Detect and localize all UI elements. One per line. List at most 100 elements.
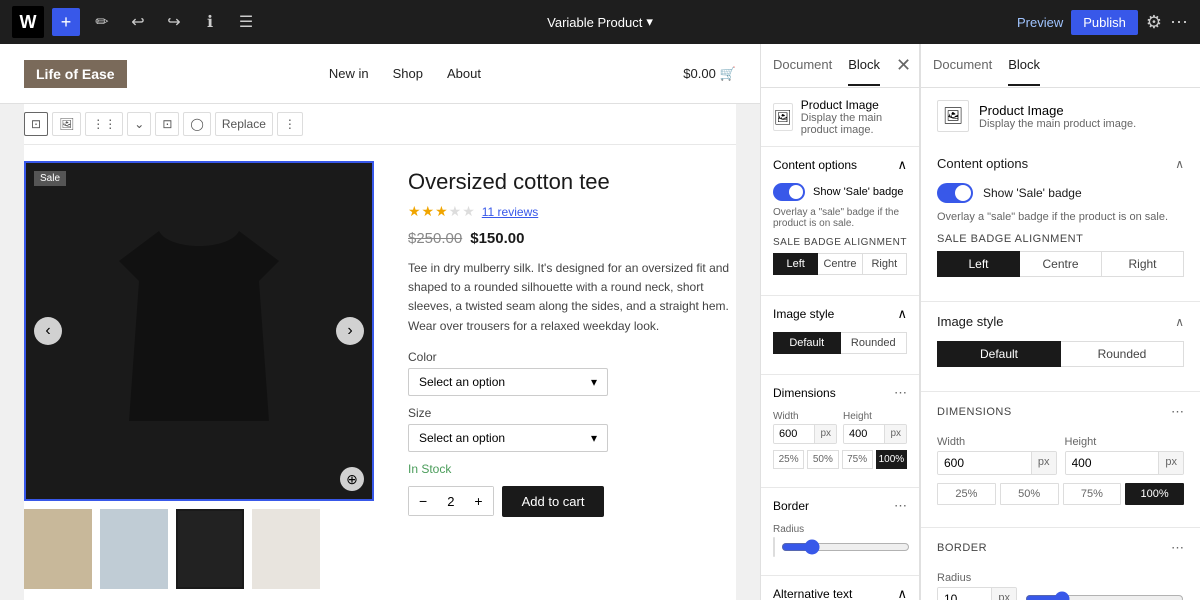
image-prev-button[interactable]: ‹ (34, 317, 62, 345)
rp-dimensions-section: Dimensions ⋯ Width px Height (921, 392, 1200, 528)
right-panel-body: 🖼 Product Image Display the main product… (921, 88, 1200, 600)
product-type-selector[interactable]: Variable Product ▾ (547, 14, 653, 30)
mp-preset-25[interactable]: 25% (773, 450, 804, 469)
mp-content-options-header[interactable]: Content options ∧ (761, 147, 919, 183)
rp-align-centre-button[interactable]: Centre (1020, 251, 1102, 277)
block-tool-more[interactable]: ⋮ (277, 112, 303, 136)
rp-tab-document[interactable]: Document (933, 45, 992, 86)
mp-dimensions-body: Width px Height px (761, 411, 919, 487)
thumbnail-1[interactable] (24, 509, 92, 589)
rp-align-right-button[interactable]: Right (1102, 251, 1184, 277)
rp-content-options-header[interactable]: Content options ∧ (921, 144, 1200, 183)
qty-value: 2 (437, 488, 464, 515)
replace-button[interactable]: Replace (215, 112, 273, 136)
rp-sale-badge-toggle[interactable] (937, 183, 973, 203)
nav-item-shop[interactable]: Shop (393, 66, 423, 81)
list-view-button[interactable]: ☰ (232, 8, 260, 36)
qty-increase-button[interactable]: + (464, 487, 492, 515)
mp-close-button[interactable]: ✕ (896, 55, 911, 76)
undo-button[interactable]: ↩ (124, 8, 152, 36)
mp-style-default-button[interactable]: Default (773, 332, 841, 354)
rp-image-style-chevron: ∧ (1175, 315, 1184, 329)
mp-image-style-header[interactable]: Image style ∧ (761, 296, 919, 332)
mp-alt-text-header[interactable]: Alternative text ∧ (761, 576, 919, 600)
rp-dimensions-dots[interactable]: ⋯ (1171, 404, 1184, 420)
redo-icon: ↪ (167, 12, 180, 32)
mp-border-dots[interactable]: ⋯ (894, 498, 907, 514)
size-select[interactable]: Select an option ▾ (408, 424, 608, 452)
rp-height-input[interactable] (1066, 452, 1159, 474)
rp-radius-input[interactable] (938, 588, 991, 600)
block-tool-circle[interactable]: ◯ (183, 112, 210, 136)
mp-sale-badge-toggle[interactable] (773, 183, 805, 201)
rp-tab-block[interactable]: Block (1008, 45, 1040, 86)
mp-preset-100[interactable]: 100% (876, 450, 907, 469)
mp-preset-75[interactable]: 75% (842, 450, 873, 469)
wp-logo-icon[interactable]: W (12, 6, 44, 38)
mp-tab-document[interactable]: Document (773, 45, 832, 86)
mp-image-style-section: Image style ∧ Default Rounded (761, 296, 919, 375)
block-tool-frame[interactable]: ⊡ (24, 112, 48, 136)
add-block-button[interactable]: + (52, 8, 80, 36)
rp-border-dots[interactable]: ⋯ (1171, 540, 1184, 556)
mp-style-rounded-button[interactable]: Rounded (841, 332, 908, 354)
block-tool-crop[interactable]: ⊡ (155, 112, 179, 136)
reviews-link[interactable]: 11 reviews (482, 205, 538, 219)
block-tool-image[interactable]: 🖼 (52, 112, 81, 136)
rp-radius-slider[interactable] (1025, 591, 1184, 600)
mp-align-right-button[interactable]: Right (863, 253, 907, 275)
mp-width-input[interactable] (774, 425, 814, 443)
rp-sale-badge-label: Show 'Sale' badge (983, 186, 1082, 200)
thumbnail-4[interactable] (252, 509, 320, 589)
cart-widget[interactable]: $0.00 🛒 (683, 66, 736, 82)
rp-image-style-header[interactable]: Image style ∧ (921, 302, 1200, 341)
mp-radius-input[interactable] (774, 538, 775, 556)
product-details: Oversized cotton tee ★★★★★ 11 reviews $2… (408, 161, 736, 589)
middle-panel-tabs: Document Block ✕ (761, 44, 919, 88)
nav-item-about[interactable]: About (447, 66, 481, 81)
image-next-button[interactable]: › (336, 317, 364, 345)
mp-image-desc: Display the main product image. (801, 112, 907, 136)
nav-item-new-in[interactable]: New in (329, 66, 369, 81)
rp-style-default-button[interactable]: Default (937, 341, 1061, 367)
mp-align-left-button[interactable]: Left (773, 253, 818, 275)
rp-preset-75[interactable]: 75% (1063, 483, 1122, 505)
mp-preset-50[interactable]: 50% (807, 450, 838, 469)
mp-dimensions-dots[interactable]: ⋯ (894, 385, 907, 401)
redo-button[interactable]: ↪ (160, 8, 188, 36)
qty-decrease-button[interactable]: − (409, 487, 437, 515)
rp-content-options-body: Show 'Sale' badge Overlay a "sale" badge… (921, 183, 1200, 301)
rp-preset-50[interactable]: 50% (1000, 483, 1059, 505)
mp-tab-block[interactable]: Block (848, 45, 880, 86)
wp-logo-text: W (20, 12, 37, 33)
rp-width-input[interactable] (938, 452, 1031, 474)
pencil-button[interactable]: ✏ (88, 8, 116, 36)
thumbnail-2[interactable] (100, 509, 168, 589)
rp-image-style-body: Default Rounded (921, 341, 1200, 391)
zoom-button[interactable]: ⊕ (340, 467, 364, 491)
add-to-cart-button[interactable]: Add to cart (502, 486, 605, 517)
options-button[interactable]: ⋯ (1170, 12, 1188, 33)
rp-width-label: Width (937, 436, 1057, 448)
mp-height-input[interactable] (844, 425, 884, 443)
preview-button[interactable]: Preview (1017, 15, 1063, 30)
rp-dimensions-row: Width px Height px (937, 436, 1184, 475)
mp-radius-slider[interactable] (781, 539, 910, 555)
color-select[interactable]: Select an option ▾ (408, 368, 608, 396)
publish-button[interactable]: Publish (1071, 10, 1138, 35)
mp-product-image-icon: 🖼 (773, 103, 793, 131)
mp-align-centre-button[interactable]: Centre (818, 253, 862, 275)
thumbnail-3[interactable] (176, 509, 244, 589)
rp-preset-25[interactable]: 25% (937, 483, 996, 505)
rp-style-rounded-button[interactable]: Rounded (1061, 341, 1184, 367)
settings-button[interactable]: ⚙ (1146, 12, 1162, 33)
block-tool-grid[interactable]: ⋮⋮ (85, 112, 123, 136)
product-type-label: Variable Product (547, 15, 642, 30)
block-toolbar-row: ⊡ 🖼 ⋮⋮ ⌄ ⊡ ◯ Replace ⋮ (24, 104, 736, 145)
block-tool-chevron[interactable]: ⌄ (127, 112, 151, 136)
rp-image-style-section: Image style ∧ Default Rounded (921, 302, 1200, 392)
rp-preset-100[interactable]: 100% (1125, 483, 1184, 505)
rp-align-left-button[interactable]: Left (937, 251, 1020, 277)
info-button[interactable]: ℹ (196, 8, 224, 36)
rp-height-unit: px (1158, 452, 1183, 474)
